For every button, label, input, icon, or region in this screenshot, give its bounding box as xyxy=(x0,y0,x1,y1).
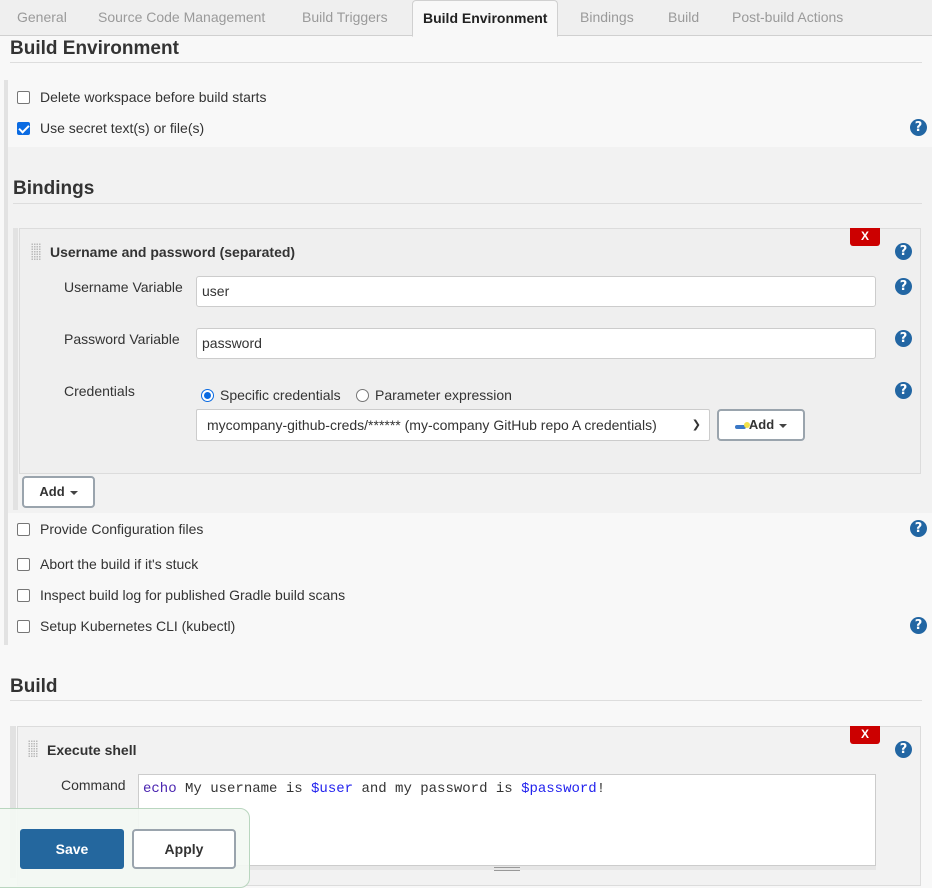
help-icon[interactable]: ? xyxy=(895,741,912,758)
key-icon xyxy=(734,421,750,430)
checkbox[interactable] xyxy=(17,588,30,602)
password-variable-label: Password Variable xyxy=(64,331,180,347)
delete-binding-button[interactable]: X xyxy=(850,228,880,246)
binding-title: Username and password (separated) xyxy=(50,244,296,260)
help-icon[interactable]: ? xyxy=(895,382,912,399)
checkbox[interactable] xyxy=(17,522,30,536)
help-icon[interactable]: ? xyxy=(910,617,927,634)
command-label: Command xyxy=(61,777,126,793)
tab-post-build-actions[interactable]: Post-build Actions xyxy=(732,0,843,36)
option-label: Setup Kubernetes CLI (kubectl) xyxy=(40,618,236,634)
tab-source-code-management[interactable]: Source Code Management xyxy=(98,0,265,36)
credentials-label: Credentials xyxy=(64,383,135,399)
option-provide-config-files[interactable]: Provide Configuration files xyxy=(17,521,203,537)
radio-specific-credentials[interactable]: Specific credentials xyxy=(201,387,341,403)
tab-bindings[interactable]: Bindings xyxy=(580,0,634,36)
chevron-down-icon: ❯ xyxy=(691,419,701,431)
checkbox[interactable] xyxy=(17,557,30,571)
radio-parameter-expression[interactable]: Parameter expression xyxy=(356,387,512,403)
option-inspect-gradle-scans[interactable]: Inspect build log for published Gradle b… xyxy=(17,587,345,603)
radio-label: Specific credentials xyxy=(220,387,341,403)
bindings-heading: Bindings xyxy=(13,178,95,199)
save-button[interactable]: Save xyxy=(20,829,124,869)
help-icon[interactable]: ? xyxy=(895,278,912,295)
checkbox[interactable] xyxy=(17,90,30,104)
apply-button[interactable]: Apply xyxy=(132,829,236,869)
option-label: Use secret text(s) or file(s) xyxy=(40,120,205,136)
tab-general[interactable]: General xyxy=(17,0,67,36)
build-heading: Build xyxy=(10,676,58,697)
command-token-var: $password xyxy=(521,781,597,797)
command-token-plain: and my password is xyxy=(353,781,522,797)
build-environment-heading: Build Environment xyxy=(10,38,179,59)
command-token-var: $user xyxy=(311,781,354,797)
divider xyxy=(10,62,922,63)
build-step-title: Execute shell xyxy=(47,742,137,758)
radio-label: Parameter expression xyxy=(375,387,512,403)
option-label: Delete workspace before build starts xyxy=(40,89,267,105)
option-label: Abort the build if it's stuck xyxy=(40,556,199,572)
tab-build-triggers[interactable]: Build Triggers xyxy=(302,0,388,36)
checkbox-checked[interactable] xyxy=(17,121,30,135)
command-token-kw: echo xyxy=(143,781,177,797)
add-credentials-button[interactable]: Add xyxy=(717,409,805,441)
command-token-plain: ! xyxy=(596,781,606,797)
help-icon[interactable]: ? xyxy=(910,119,927,136)
add-binding-label: Add xyxy=(39,484,65,499)
drag-handle-icon[interactable] xyxy=(31,243,41,261)
add-binding-button[interactable]: Add xyxy=(22,476,95,508)
drag-handle-icon[interactable] xyxy=(28,740,38,758)
command-token-plain: My username is xyxy=(176,781,312,797)
tab-build-environment[interactable]: Build Environment xyxy=(412,0,559,37)
username-variable-label: Username Variable xyxy=(64,279,183,295)
caret-down-icon xyxy=(779,423,788,428)
help-icon[interactable]: ? xyxy=(895,243,912,260)
divider xyxy=(10,700,922,701)
section-tabs: General Source Code Management Build Tri… xyxy=(0,0,932,37)
option-use-secret[interactable]: Use secret text(s) or file(s) xyxy=(17,120,204,136)
help-icon[interactable]: ? xyxy=(895,330,912,347)
option-label: Inspect build log for published Gradle b… xyxy=(40,587,346,603)
caret-down-icon xyxy=(69,490,78,495)
credentials-select[interactable]: mycompany-github-creds/****** (my-compan… xyxy=(196,409,710,441)
help-icon[interactable]: ? xyxy=(910,520,927,537)
delete-build-step-button[interactable]: X xyxy=(850,726,880,744)
option-setup-kubectl[interactable]: Setup Kubernetes CLI (kubectl) xyxy=(17,618,235,634)
radio-button-checked[interactable] xyxy=(201,388,214,402)
divider xyxy=(13,203,922,204)
option-abort-if-stuck[interactable]: Abort the build if it's stuck xyxy=(17,556,198,572)
option-delete-workspace[interactable]: Delete workspace before build starts xyxy=(17,89,266,105)
password-variable-input[interactable]: password xyxy=(196,328,876,359)
username-variable-input[interactable]: user xyxy=(196,276,876,307)
option-label: Provide Configuration files xyxy=(40,521,204,537)
radio-button[interactable] xyxy=(356,388,369,402)
checkbox[interactable] xyxy=(17,619,30,633)
bindings-left-bar xyxy=(13,228,18,510)
credentials-selected-value: mycompany-github-creds/****** (my-compan… xyxy=(207,417,657,433)
add-credentials-label: Add xyxy=(748,417,775,432)
tab-build[interactable]: Build xyxy=(668,0,699,36)
